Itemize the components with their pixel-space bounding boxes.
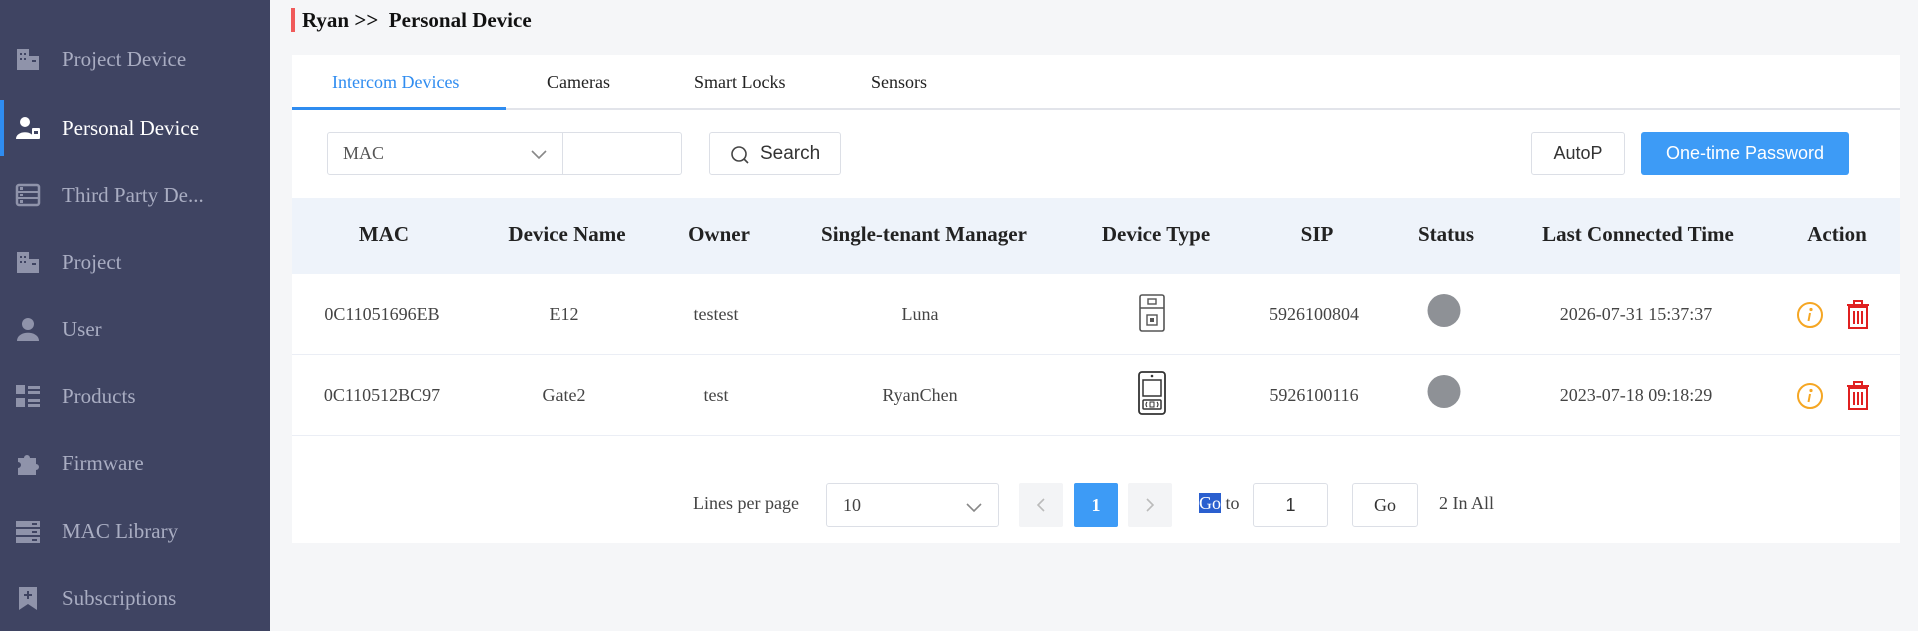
sidebar-item-label: User [62, 316, 102, 341]
sidebar: Project Device Personal Device Third Par… [0, 0, 270, 631]
chevron-left-icon [1036, 498, 1045, 512]
column-header-sip: SIP [1300, 222, 1334, 246]
cell-manager: RyanChen [882, 385, 958, 405]
sidebar-item-label: MAC Library [62, 518, 179, 543]
products-grid-icon [14, 382, 42, 410]
cell-device-name: Gate2 [542, 385, 586, 405]
search-button[interactable]: Search [709, 132, 841, 175]
breadcrumb-marker [291, 8, 295, 32]
page-size-select[interactable]: 10 [826, 483, 999, 527]
search-icon [730, 145, 750, 170]
page-size-value: 10 [843, 495, 861, 515]
sidebar-item-project-device[interactable]: Project Device [0, 31, 270, 87]
chevron-down-icon [966, 500, 982, 518]
tab-cameras[interactable]: Cameras [547, 72, 610, 93]
sidebar-item-label: Third Party De... [62, 182, 204, 207]
breadcrumb: Ryan >> Personal Device [302, 8, 532, 32]
sidebar-item-mac-library[interactable]: MAC Library [0, 503, 270, 559]
autop-button[interactable]: AutoP [1531, 132, 1625, 175]
active-indicator [0, 100, 4, 156]
sidebar-item-label: Project [62, 249, 122, 274]
cell-sip: 5926100804 [1269, 304, 1359, 324]
info-icon[interactable] [1796, 382, 1824, 415]
tab-smart-locks[interactable]: Smart Locks [694, 72, 786, 93]
tab-intercom-devices[interactable]: Intercom Devices [332, 72, 459, 93]
total-count: 2 In All [1439, 493, 1495, 513]
bookmark-plus-icon [14, 584, 42, 612]
goto-label-rest: to [1221, 493, 1240, 513]
sidebar-item-third-party-device[interactable]: Third Party De... [0, 167, 270, 223]
server-stack-icon [14, 517, 42, 545]
column-header-action: Action [1807, 222, 1867, 246]
sidebar-item-products[interactable]: Products [0, 368, 270, 424]
sidebar-item-label: Firmware [62, 450, 144, 475]
table-row: 0C11051696EB E12 testest Luna 5926100804… [292, 274, 1900, 355]
sidebar-item-label: Products [62, 383, 136, 408]
delete-icon[interactable] [1845, 300, 1871, 335]
cell-device-name: E12 [549, 304, 579, 324]
list-server-icon [14, 181, 42, 209]
one-time-password-button[interactable]: One-time Password [1641, 132, 1849, 175]
active-tab-underline [292, 107, 506, 110]
tab-bar: Intercom Devices Cameras Smart Locks Sen… [292, 55, 1900, 110]
cell-sip: 5926100116 [1269, 385, 1359, 405]
delete-icon[interactable] [1845, 381, 1871, 416]
column-header-last-connected-time: Last Connected Time [1542, 222, 1734, 246]
puzzle-icon [14, 449, 42, 477]
sidebar-item-project[interactable]: Project [0, 234, 270, 290]
tab-sensors[interactable]: Sensors [871, 72, 927, 93]
user-device-icon [14, 114, 42, 142]
filter-field-value: MAC [343, 143, 385, 163]
cell-last-connected: 2023-07-18 09:18:29 [1559, 385, 1713, 405]
go-button[interactable]: Go [1352, 483, 1418, 527]
cell-mac: 0C110512BC97 [323, 385, 441, 405]
cell-last-connected: 2026-07-31 15:37:37 [1559, 304, 1713, 324]
device-panel: Intercom Devices Cameras Smart Locks Sen… [292, 55, 1900, 543]
sidebar-item-label: Personal Device [62, 115, 200, 140]
page-number-button[interactable]: 1 [1074, 483, 1118, 527]
goto-label: Go to [1199, 493, 1240, 514]
column-header-status: Status [1417, 222, 1475, 246]
column-header-device-name: Device Name [508, 222, 626, 246]
cell-owner: test [703, 385, 729, 405]
cell-owner: testest [693, 304, 739, 324]
search-button-label: Search [760, 143, 821, 164]
info-icon[interactable] [1796, 301, 1824, 334]
sidebar-item-firmware[interactable]: Firmware [0, 435, 270, 491]
sidebar-item-label: Subscriptions [62, 585, 177, 610]
cell-mac: 0C11051696EB [324, 304, 440, 324]
project-building-icon [14, 248, 42, 276]
sidebar-item-personal-device[interactable]: Personal Device [0, 100, 270, 156]
next-page-button[interactable] [1128, 483, 1172, 527]
gate-station-icon [1138, 371, 1166, 420]
column-header-device-type: Device Type [1101, 222, 1211, 246]
table-row: 0C110512BC97 Gate2 test RyanChen 5926100… [292, 355, 1900, 436]
cell-manager: Luna [901, 304, 939, 324]
goto-page-input[interactable]: 1 [1253, 483, 1328, 527]
column-header-single-tenant-manager: Single-tenant Manager [821, 222, 1027, 246]
filter-field-select[interactable]: MAC [327, 132, 564, 175]
table-header: MAC Device Name Owner Single-tenant Mana… [292, 198, 1900, 274]
sidebar-item-label: Project Device [62, 46, 187, 71]
building-icon [14, 45, 42, 73]
column-header-owner: Owner [688, 222, 750, 246]
lines-per-page-label: Lines per page [693, 493, 799, 513]
chevron-right-icon [1146, 498, 1155, 512]
sidebar-item-user[interactable]: User [0, 301, 270, 357]
door-phone-icon [1139, 294, 1165, 337]
search-input[interactable] [562, 132, 682, 175]
status-offline-indicator [1427, 375, 1461, 408]
user-icon [14, 315, 42, 343]
chevron-down-icon [531, 147, 547, 165]
status-offline-indicator [1427, 294, 1461, 327]
previous-page-button[interactable] [1019, 483, 1063, 527]
goto-label-selected: Go [1199, 493, 1221, 513]
sidebar-item-subscriptions[interactable]: Subscriptions [0, 570, 270, 626]
column-header-mac: MAC [358, 222, 410, 246]
